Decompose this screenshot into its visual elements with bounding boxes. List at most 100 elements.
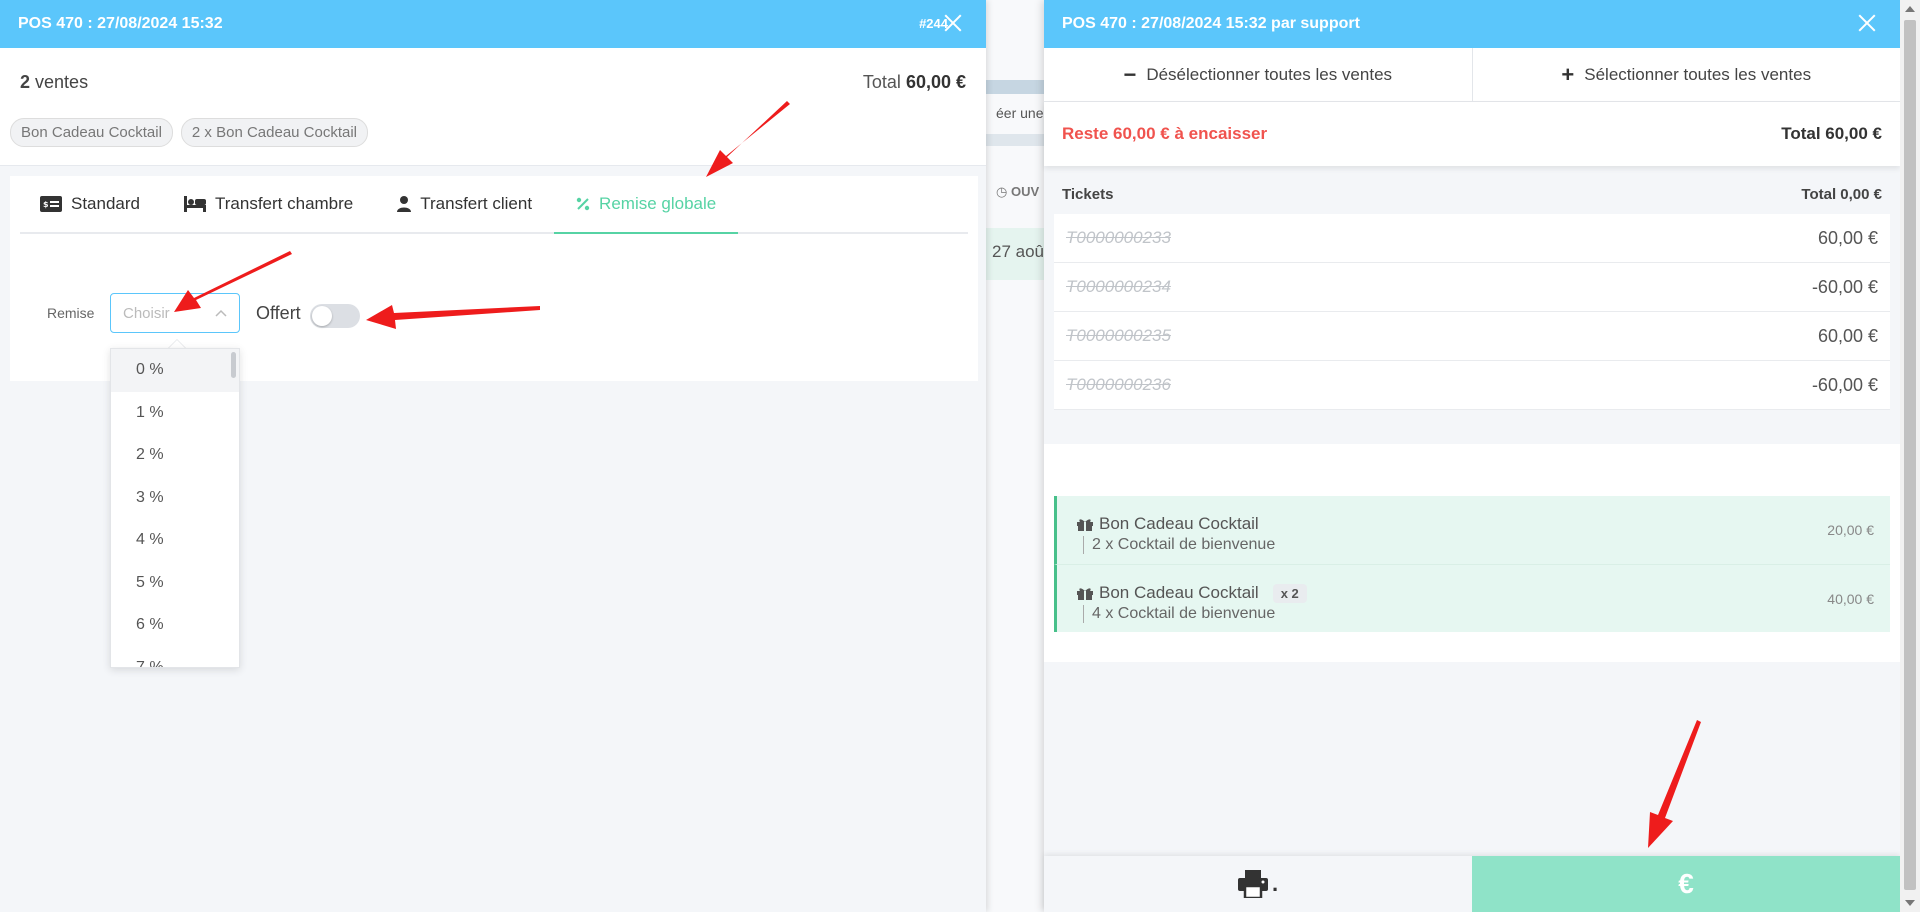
offert-label: Offert xyxy=(256,303,301,323)
right-panel-header: POS 470 : 27/08/2024 15:32 par support xyxy=(1044,0,1900,48)
tickets-header: Tickets Total 0,00 € xyxy=(1062,186,1882,203)
ticket-row[interactable]: T0000000234 -60,00 € xyxy=(1054,263,1890,312)
balance-row: Reste 60,00 € à encaisser Total 60,00 € xyxy=(1044,102,1900,166)
sales-count-number: 2 xyxy=(20,72,31,92)
remise-select-placeholder: Choisir xyxy=(123,304,170,322)
ticket-id: T0000000235 xyxy=(1066,326,1171,345)
sale-item-price: 40,00 € xyxy=(1827,591,1874,607)
ticket-amount: -60,00 € xyxy=(1811,374,1878,395)
dropdown-option[interactable]: 6 % xyxy=(111,604,239,647)
bed-icon xyxy=(184,196,206,212)
payment-panel: POS 470 : 27/08/2024 15:32 par support −… xyxy=(1044,0,1900,912)
action-footer: . € xyxy=(1044,856,1900,912)
tickets-label: Tickets xyxy=(1062,186,1114,203)
payment-tabs: $ Standard Transfert chambre Transfert c… xyxy=(20,176,968,234)
sales-total-value: 60,00 € xyxy=(905,72,966,92)
sale-item-detail: 4 x Cocktail de bienvenue xyxy=(1083,605,1275,623)
tab-standard[interactable]: $ Standard xyxy=(20,176,162,232)
sales-summary: 2 ventes Total 60,00 € Bon Cadeau Cockta… xyxy=(0,48,986,166)
deselect-all-label: Désélectionner toutes les ventes xyxy=(1146,64,1393,84)
dropdown-option[interactable]: 3 % xyxy=(111,477,239,520)
clock-icon: ◷ xyxy=(996,184,1008,199)
deselect-all-button[interactable]: − Désélectionner toutes les ventes xyxy=(1044,48,1472,101)
sales-count: 2 ventes xyxy=(20,72,88,93)
svg-text:$: $ xyxy=(43,200,49,209)
background-status-text: OUV xyxy=(1010,184,1040,199)
offert-toggle[interactable] xyxy=(310,304,360,328)
ticket-id: T0000000233 xyxy=(1066,228,1171,247)
select-all-label: Sélectionner toutes les ventes xyxy=(1584,64,1812,84)
close-icon[interactable] xyxy=(1856,12,1878,34)
page-scrollbar[interactable] xyxy=(1900,0,1920,912)
left-panel-header: POS 470 : 27/08/2024 15:32 #244 xyxy=(0,0,986,48)
dropdown-option[interactable]: 0 % xyxy=(111,349,239,392)
printer-icon xyxy=(1237,870,1268,898)
euro-icon: € xyxy=(1678,868,1694,899)
payment-options-panel: POS 470 : 27/08/2024 15:32 #244 2 ventes… xyxy=(0,0,986,912)
sale-item[interactable]: Bon Cadeau Cocktail 2 x Cocktail de bien… xyxy=(1054,496,1890,564)
background-create-link: éer une xyxy=(996,105,1044,121)
tab-transfert-chambre[interactable]: Transfert chambre xyxy=(162,176,375,232)
left-panel-title: POS 470 : 27/08/2024 15:32 xyxy=(18,15,223,32)
sales-total: Total 60,00 € xyxy=(863,72,966,93)
background-bar-2 xyxy=(986,134,1046,146)
tab-transfert-chambre-label: Transfert chambre xyxy=(215,194,354,213)
dropdown-scrollbar[interactable] xyxy=(231,352,236,378)
background-bar xyxy=(986,80,1046,94)
user-icon xyxy=(397,196,412,212)
ticket-amount: 60,00 € xyxy=(1817,227,1878,248)
dropdown-option[interactable]: 5 % xyxy=(111,562,239,605)
dropdown-option[interactable]: 2 % xyxy=(111,434,239,477)
sale-chips: Bon Cadeau Cocktail 2 x Bon Cadeau Cockt… xyxy=(10,118,369,147)
tab-remise-globale[interactable]: Remise globale xyxy=(554,176,739,234)
ticket-amount: -60,00 € xyxy=(1811,276,1878,297)
dropdown-option[interactable]: 4 % xyxy=(111,519,239,562)
scroll-up-icon[interactable] xyxy=(1905,6,1915,12)
total-amount: Total 60,00 € xyxy=(1781,124,1882,143)
select-all-button[interactable]: + Sélectionner toutes les ventes xyxy=(1471,48,1901,101)
pay-button[interactable]: € xyxy=(1472,856,1900,912)
close-icon[interactable] xyxy=(942,12,964,34)
ticket-id: T0000000234 xyxy=(1066,277,1171,296)
tab-transfert-client[interactable]: Transfert client xyxy=(375,176,554,232)
right-panel-title: POS 470 : 27/08/2024 15:32 par support xyxy=(1062,15,1360,32)
ticket-row[interactable]: T0000000236 -60,00 € xyxy=(1054,361,1890,410)
sales-total-label: Total xyxy=(862,72,901,92)
percent-icon xyxy=(576,197,590,211)
sale-item-name: Bon Cadeau Cocktail xyxy=(1077,514,1259,534)
selection-row: − Désélectionner toutes les ventes + Sél… xyxy=(1044,48,1900,102)
ticket-row[interactable]: T0000000233 60,00 € xyxy=(1054,214,1890,263)
minus-icon: − xyxy=(1123,61,1137,87)
sale-item-title: Bon Cadeau Cocktail xyxy=(1099,583,1259,602)
tab-transfert-client-label: Transfert client xyxy=(420,194,533,213)
print-button[interactable]: . xyxy=(1044,856,1472,912)
sale-chip: Bon Cadeau Cocktail xyxy=(10,118,173,147)
scroll-thumb[interactable] xyxy=(1904,20,1916,890)
chevron-up-icon xyxy=(215,309,227,317)
ticket-row[interactable]: T0000000235 60,00 € xyxy=(1054,312,1890,361)
tickets-total: Total 0,00 € xyxy=(1801,186,1882,203)
sales-count-label: ventes xyxy=(35,72,89,92)
sale-item-title: Bon Cadeau Cocktail xyxy=(1099,514,1259,533)
sale-chip: 2 x Bon Cadeau Cocktail xyxy=(180,118,369,147)
gift-icon xyxy=(1077,518,1093,531)
sale-item-name: Bon Cadeau Cocktail x 2 xyxy=(1077,583,1307,603)
remise-label: Remise xyxy=(47,305,95,321)
tab-standard-label: Standard xyxy=(71,194,140,213)
quantity-badge: x 2 xyxy=(1272,583,1307,603)
print-suffix: . xyxy=(1271,871,1279,896)
ticket-amount: 60,00 € xyxy=(1817,325,1878,346)
background-status: ◷ OUV xyxy=(996,184,1039,200)
sale-item[interactable]: Bon Cadeau Cocktail x 2 4 x Cocktail de … xyxy=(1054,564,1890,632)
remise-dropdown: 0 % 1 % 2 % 3 % 4 % 5 % 6 % 7 % xyxy=(110,348,240,668)
dropdown-option[interactable]: 7 % xyxy=(111,647,239,667)
sale-item-price: 20,00 € xyxy=(1827,522,1874,538)
remise-select[interactable]: Choisir xyxy=(110,293,240,333)
remaining-amount: Reste 60,00 € à encaisser xyxy=(1062,124,1268,143)
cash-card-icon: $ xyxy=(40,196,62,212)
scroll-down-icon[interactable] xyxy=(1905,900,1915,906)
plus-icon: + xyxy=(1561,61,1575,87)
background-date: 27 aoû xyxy=(986,228,1046,280)
tickets-list: T0000000233 60,00 € T0000000234 -60,00 €… xyxy=(1054,214,1890,410)
dropdown-option[interactable]: 1 % xyxy=(111,392,239,435)
